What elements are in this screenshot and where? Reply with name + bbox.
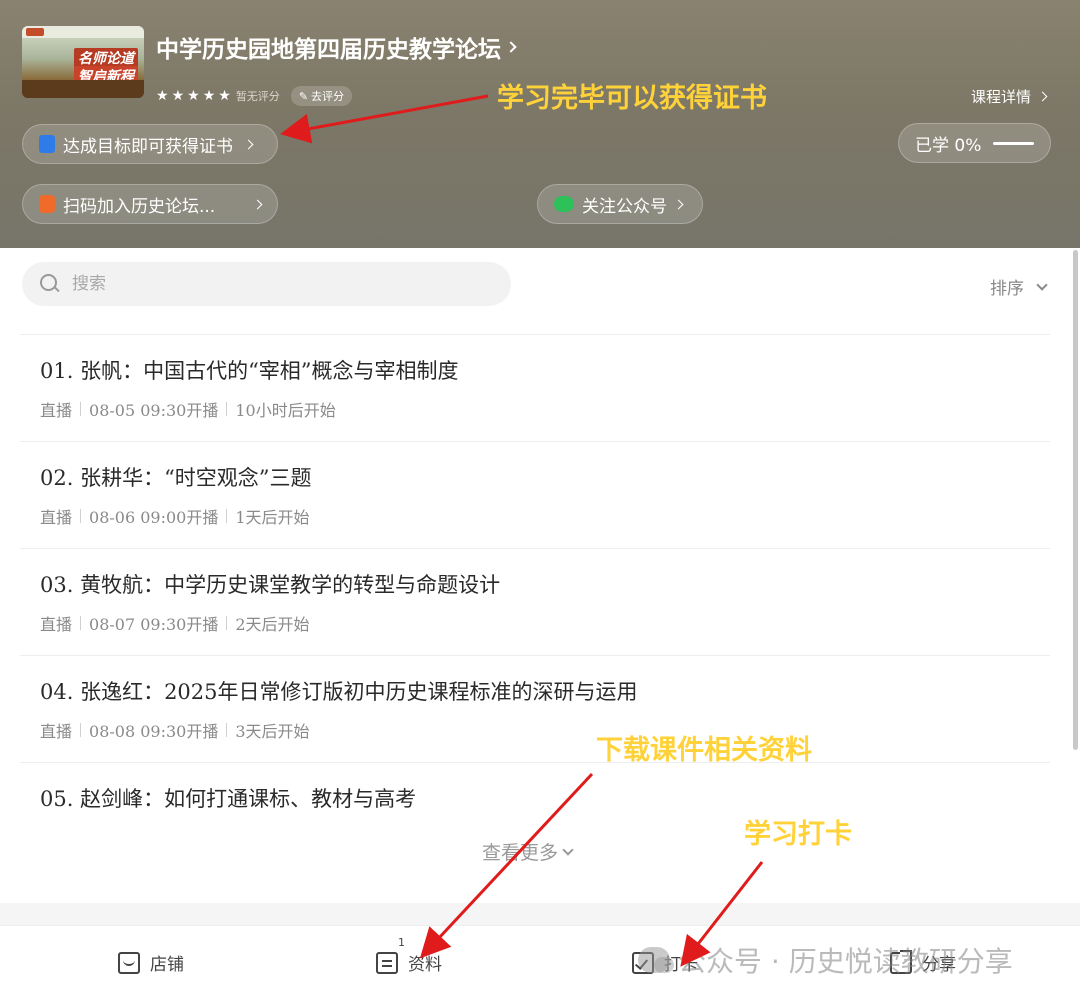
star-icon: ★ — [187, 88, 200, 104]
nav-shop-label: 店铺 — [150, 955, 184, 975]
lesson-meta: 直播 08-07 09:30开播 2天后开始 — [40, 611, 1050, 635]
divider — [80, 723, 82, 737]
view-more-button[interactable]: 查看更多 — [482, 838, 574, 865]
divider — [80, 402, 82, 416]
course-title-text: 中学历史园地第四届历史教学论坛 — [156, 37, 501, 63]
divider — [226, 402, 228, 416]
lesson-time: 08-08 09:30开播 — [89, 722, 219, 741]
shop-icon — [118, 951, 140, 974]
divider — [226, 509, 228, 523]
chevron-right-icon — [1037, 91, 1048, 102]
lesson-time: 08-06 09:00开播 — [89, 508, 219, 527]
certificate-icon — [39, 135, 55, 153]
search-input[interactable] — [72, 274, 472, 294]
sort-label: 排序 — [990, 279, 1024, 299]
course-cover-image[interactable]: 名师论道 智启新程 — [22, 26, 144, 98]
scrollbar[interactable] — [1073, 250, 1078, 750]
lesson-meta: 直播 08-06 09:00开播 1天后开始 — [40, 504, 1050, 528]
chevron-right-icon — [243, 139, 254, 149]
wechat-icon — [554, 196, 574, 212]
sort-dropdown[interactable]: 排序 — [990, 274, 1048, 299]
star-icon: ★ — [202, 88, 216, 104]
course-title[interactable]: 中学历史园地第四届历史教学论坛 — [156, 30, 517, 64]
pencil-icon: ✎ — [298, 89, 309, 103]
view-more-label: 查看更多 — [482, 842, 559, 864]
nav-materials-label: 资料 — [408, 955, 442, 975]
star-icon: ★ — [171, 88, 185, 104]
chevron-right-icon — [252, 199, 263, 209]
annotation-download: 下载课件相关资料 — [596, 735, 812, 766]
divider — [226, 723, 228, 737]
star-icon: ★ — [156, 88, 169, 104]
lesson-item[interactable]: 03. 黄牧航：中学历史课堂教学的转型与命题设计 直播 08-07 09:30开… — [20, 549, 1050, 656]
watermark: 公众号 · 历史悦读教研分享 — [638, 940, 1013, 980]
lesson-item[interactable]: 01. 张帆：中国古代的“宰相”概念与宰相制度 直播 08-05 09:30开播… — [20, 335, 1050, 442]
group-chat-icon — [39, 195, 55, 213]
course-detail-label: 课程详情 — [970, 88, 1031, 106]
cover-logo — [26, 28, 44, 36]
follow-account-pill[interactable]: 关注公众号 — [537, 184, 703, 224]
chevron-right-icon — [673, 199, 684, 209]
cover-desk-graphic — [22, 80, 144, 98]
wechat-icon — [638, 947, 674, 973]
annotation-certificate: 学习完毕可以获得证书 — [497, 83, 767, 114]
chevron-down-icon — [1036, 278, 1048, 291]
divider — [80, 509, 82, 523]
lesson-type: 直播 — [40, 615, 73, 634]
follow-account-label: 关注公众号 — [582, 196, 667, 217]
lesson-meta: 直播 08-05 09:30开播 10小时后开始 — [40, 397, 1050, 421]
nav-shop[interactable]: 店铺 — [118, 950, 184, 975]
document-icon — [376, 951, 398, 974]
annotation-checkin: 学习打卡 — [744, 819, 852, 850]
progress-pill[interactable]: 已学 0% — [898, 123, 1051, 163]
certificate-pill-label: 达成目标即可获得证书 — [63, 136, 233, 157]
watermark-text: 公众号 · 历史悦读教研分享 — [678, 945, 1013, 978]
lesson-title: 03. 黄牧航：中学历史课堂教学的转型与命题设计 — [40, 573, 501, 597]
lesson-time: 08-07 09:30开播 — [89, 615, 219, 634]
lesson-title: 02. 张耕华：“时空观念”三题 — [40, 466, 312, 490]
lesson-title: 04. 张逸红：2025年日常修订版初中历史课程标准的深研与运用 — [40, 680, 638, 704]
rating-text: 暂无评分 — [235, 90, 280, 103]
divider — [80, 616, 82, 630]
lesson-title: 01. 张帆：中国古代的“宰相”概念与宰相制度 — [40, 359, 459, 383]
join-group-pill[interactable]: 扫码加入历史论坛... — [22, 184, 278, 224]
lesson-time: 08-05 09:30开播 — [89, 401, 219, 420]
lesson-type: 直播 — [40, 508, 73, 527]
certificate-pill[interactable]: 达成目标即可获得证书 — [22, 124, 278, 164]
materials-count-badge: 1 — [398, 936, 405, 949]
chevron-right-icon — [505, 41, 517, 53]
divider — [226, 616, 228, 630]
lesson-meta: 直播 08-08 09:30开播 3天后开始 — [40, 718, 1050, 742]
search-icon — [40, 274, 60, 294]
rate-button[interactable]: ✎ 去评分 — [290, 86, 353, 106]
lesson-item[interactable]: 04. 张逸红：2025年日常修订版初中历史课程标准的深研与运用 直播 08-0… — [20, 656, 1050, 763]
course-detail-link[interactable]: 课程详情 — [970, 86, 1048, 107]
lesson-countdown: 10小时后开始 — [235, 401, 336, 420]
lesson-countdown: 2天后开始 — [235, 615, 310, 634]
lesson-countdown: 1天后开始 — [235, 508, 310, 527]
lesson-title: 05. 赵剑峰：如何打通课标、教材与高考 — [40, 787, 417, 811]
lesson-type: 直播 — [40, 722, 73, 741]
progress-bar — [993, 141, 1034, 145]
lesson-countdown: 3天后开始 — [235, 722, 310, 741]
course-header: 名师论道 智启新程 中学历史园地第四届历史教学论坛 ★ ★ ★ ★ ★ 暂无评分… — [0, 0, 1080, 248]
rating-row: ★ ★ ★ ★ ★ 暂无评分 ✎ 去评分 — [156, 86, 353, 106]
lesson-item[interactable]: 02. 张耕华：“时空观念”三题 直播 08-06 09:00开播 1天后开始 — [20, 442, 1050, 549]
section-divider — [0, 903, 1080, 925]
lesson-list: 01. 张帆：中国古代的“宰相”概念与宰相制度 直播 08-05 09:30开播… — [20, 334, 1050, 870]
cover-text-1: 名师论道 — [74, 48, 138, 68]
search-box[interactable] — [22, 262, 511, 306]
lesson-type: 直播 — [40, 401, 73, 420]
join-group-label: 扫码加入历史论坛... — [63, 196, 216, 217]
progress-label: 已学 0% — [915, 135, 982, 156]
rate-button-label: 去评分 — [311, 90, 345, 103]
nav-materials[interactable]: 资料 — [376, 950, 442, 975]
star-icon: ★ — [218, 88, 231, 104]
chevron-down-icon — [562, 843, 574, 856]
